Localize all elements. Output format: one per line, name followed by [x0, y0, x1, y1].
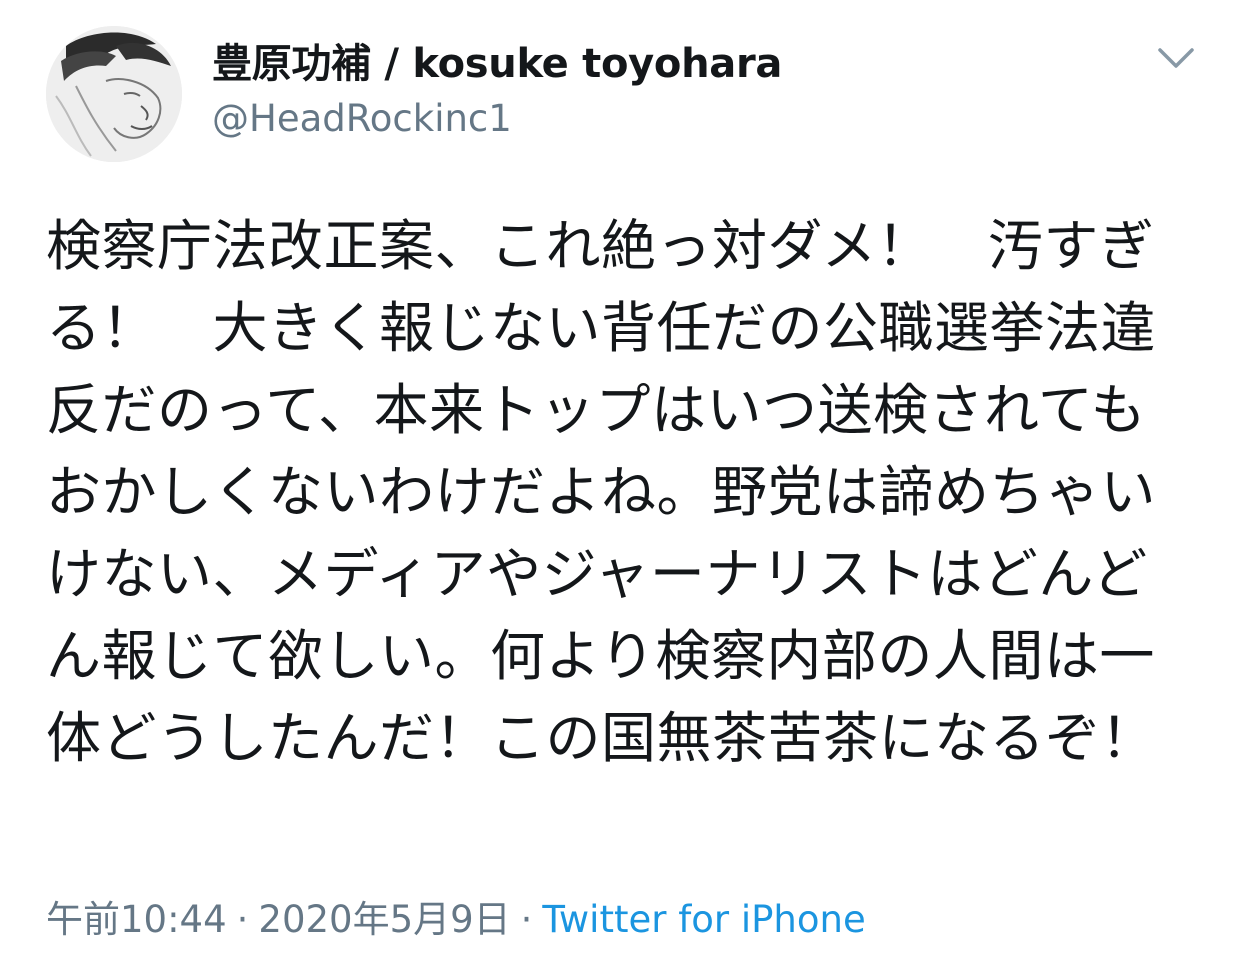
meta-separator: ·	[520, 898, 533, 941]
avatar-portrait-sketch	[46, 26, 182, 162]
meta-separator: ·	[236, 898, 249, 941]
tweet-time[interactable]: 午前10:44	[46, 898, 227, 941]
tweet-meta: 午前10:44 · 2020年5月9日 · Twitter for iPhone	[46, 896, 866, 944]
tweet-date[interactable]: 2020年5月9日	[258, 898, 510, 941]
tweet-text: 検察庁法改正案、これ絶っ対ダメ！ 汚すぎる！ 大きく報じない背任だの公職選挙法違…	[46, 214, 1157, 770]
tweet-source-link[interactable]: Twitter for iPhone	[542, 898, 865, 941]
display-name[interactable]: 豊原功補 / kosuke toyohara	[212, 38, 782, 90]
avatar[interactable]	[46, 26, 182, 162]
chevron-down-icon[interactable]	[1150, 38, 1202, 78]
user-handle[interactable]: @HeadRockinc1	[212, 95, 512, 143]
tweet-card: 豊原功補 / kosuke toyohara @HeadRockinc1 検察庁…	[0, 0, 1242, 963]
